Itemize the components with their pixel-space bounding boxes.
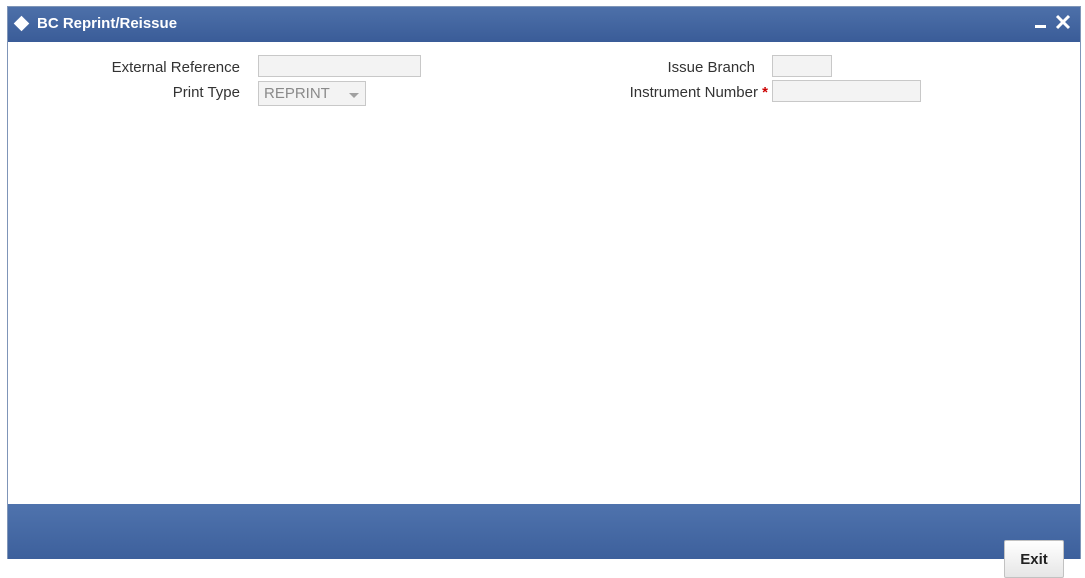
minimize-button[interactable] <box>1034 11 1048 33</box>
instrument-number-label-group: Instrument Number * <box>568 84 768 101</box>
footer-bar: Exit <box>8 504 1080 578</box>
minimize-icon <box>1035 25 1046 28</box>
diamond-icon <box>13 15 30 32</box>
issue-branch-input[interactable] <box>772 55 832 77</box>
window-title: BC Reprint/Reissue <box>37 15 178 32</box>
required-marker: * <box>762 84 768 101</box>
print-type-select[interactable]: REPRINT <box>258 81 366 106</box>
print-type-selected-value: REPRINT <box>264 85 330 102</box>
instrument-number-label: Instrument Number <box>629 84 758 101</box>
exit-button[interactable]: Exit <box>1004 540 1064 578</box>
print-type-label: Print Type <box>172 84 240 101</box>
bc-reprint-reissue-window: BC Reprint/Reissue External Reference Pr… <box>7 6 1081 578</box>
title-bar: BC Reprint/Reissue <box>8 7 1080 42</box>
close-button[interactable] <box>1054 11 1072 33</box>
chevron-down-icon <box>349 93 359 98</box>
issue-branch-label: Issue Branch <box>667 59 755 76</box>
external-reference-label: External Reference <box>111 59 240 76</box>
close-icon <box>1055 14 1071 30</box>
external-reference-input[interactable] <box>258 55 421 77</box>
instrument-number-input[interactable] <box>772 80 921 102</box>
